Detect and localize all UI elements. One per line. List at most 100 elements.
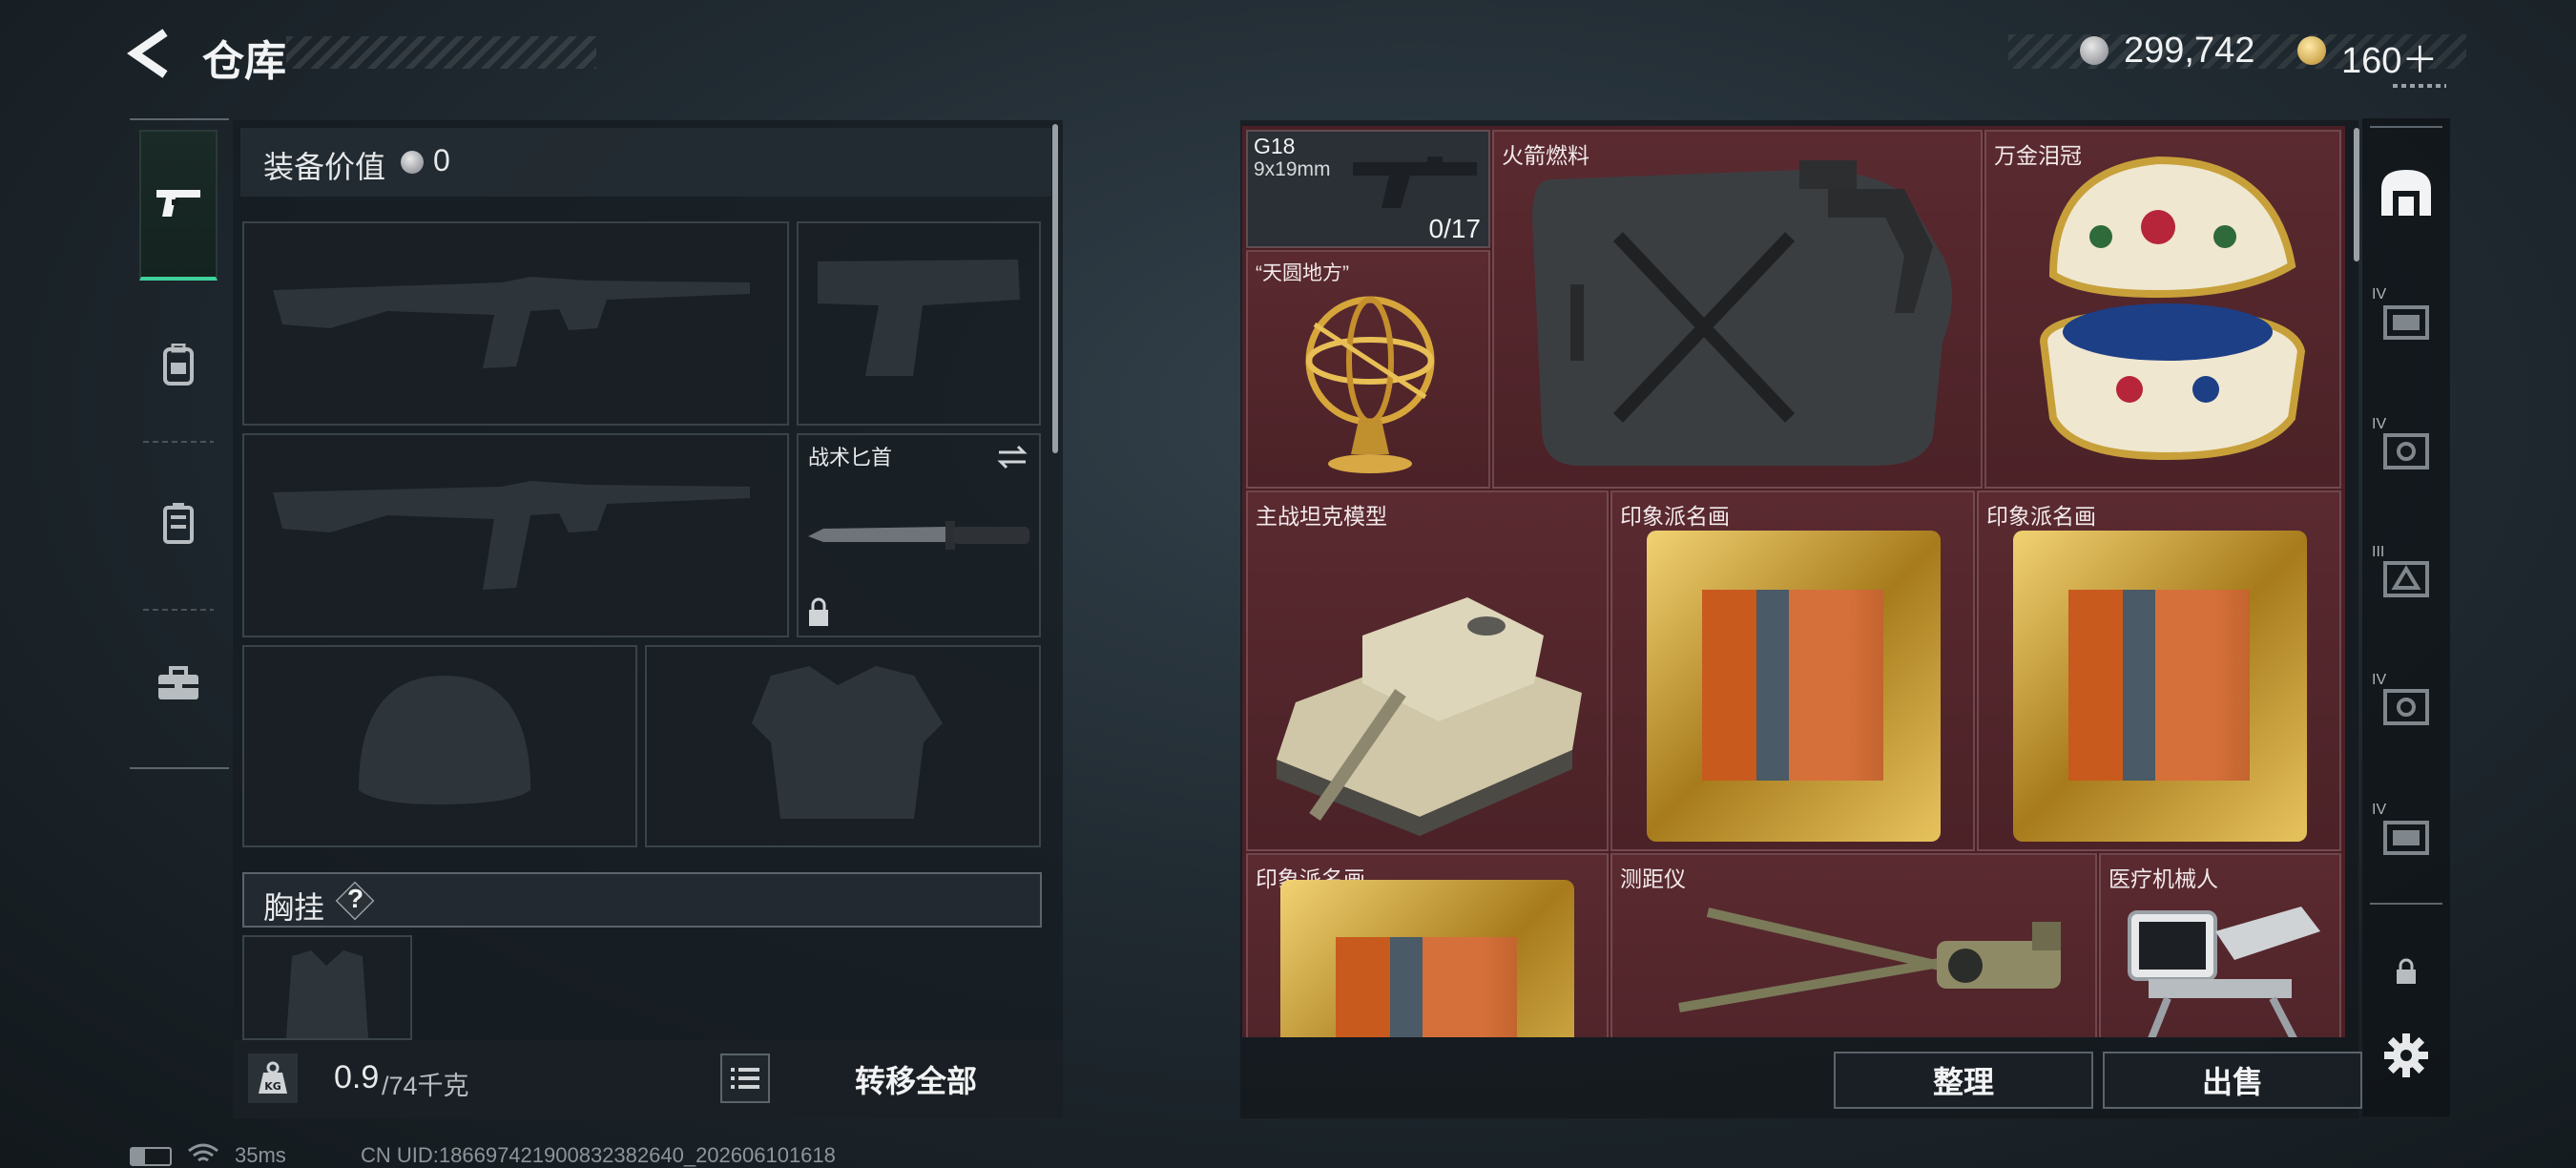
tab-weapons-icon-wrap (141, 166, 216, 240)
tab-crate[interactable]: III (2372, 544, 2441, 613)
item-tank-model[interactable]: 主战坦克模型 (1246, 490, 1609, 851)
tab-locked[interactable] (2372, 937, 2441, 1006)
painting-frame-image (2013, 531, 2307, 842)
tab-toolbox[interactable] (141, 647, 216, 721)
storage-box-icon (2383, 821, 2429, 855)
item-name: G18 (1254, 134, 1296, 158)
item-name: “天圆地方” (1256, 262, 1349, 284)
settings-button[interactable] (2372, 1021, 2441, 1090)
item-painting[interactable]: 印象派名画 (1610, 490, 1975, 851)
tab-locker[interactable] (141, 487, 216, 561)
item-rocket-fuel[interactable]: 火箭燃料 (1492, 130, 1983, 489)
tier-label: III (2372, 544, 2385, 560)
painting-frame-image (1647, 531, 1941, 842)
helmet-slot[interactable] (242, 645, 637, 847)
tank-image (1277, 597, 1582, 836)
pistol-silhouette-icon (818, 260, 1020, 376)
faberge-egg-image (2039, 156, 2306, 461)
gear-icon (2384, 1033, 2428, 1077)
pistol-slot[interactable] (797, 221, 1041, 426)
sort-button[interactable]: 整理 (1834, 1052, 2093, 1109)
locker-icon (163, 503, 194, 544)
tab-storage-1[interactable]: IV (2372, 286, 2441, 355)
help-icon[interactable]: ? (347, 884, 364, 914)
painting-canvas (1702, 590, 1883, 781)
lock-icon (2397, 958, 2416, 984)
chest-rig-slot[interactable] (242, 935, 412, 1040)
chest-rig-silhouette-icon (286, 950, 368, 1038)
medical-robot-image (2128, 907, 2320, 1037)
item-g18[interactable]: G18 9x19mm 0/17 (1246, 130, 1490, 248)
currency-premium[interactable]: 160＋ (2341, 31, 2438, 83)
coin-icon (2080, 36, 2109, 65)
armor-slot[interactable] (645, 645, 1041, 847)
rifle-silhouette-icon (273, 277, 750, 368)
tab-safe-2[interactable]: IV (2372, 672, 2441, 740)
primary-weapon-slot[interactable] (242, 221, 789, 426)
item-name: 测距仪 (1620, 866, 1686, 891)
armor-silhouette-icon (752, 666, 943, 819)
tab-storage-2[interactable]: IV (2372, 802, 2441, 870)
tab-backpack[interactable] (141, 328, 216, 403)
painting-canvas (2068, 590, 2250, 781)
sell-button[interactable]: 出售 (2103, 1052, 2362, 1109)
helmet-silhouette-icon (359, 676, 530, 804)
list-view-button[interactable] (720, 1053, 770, 1103)
item-armillary[interactable]: “天圆地方” (1246, 250, 1490, 489)
backpack-icon (163, 344, 194, 386)
tier-label: IV (2372, 286, 2387, 302)
currency-main: 299,742 (2124, 31, 2255, 71)
item-medical-robot[interactable]: 医疗机械人 (2099, 853, 2341, 1037)
back-button[interactable] (127, 27, 175, 80)
armillary-sphere-image (1305, 296, 1435, 473)
tier-label: IV (2372, 802, 2387, 818)
melee-slot[interactable]: 战术匕首 (797, 433, 1041, 637)
triangle-box-icon (2383, 561, 2429, 597)
premium-coin-icon (2297, 36, 2326, 65)
item-name: 医疗机械人 (2109, 866, 2218, 891)
wifi-icon (188, 1143, 218, 1162)
weight-current: 0.9 (334, 1059, 380, 1095)
tabs-bottom-divider (130, 767, 229, 769)
coin-icon (401, 151, 424, 174)
storage-box-icon (2383, 305, 2429, 340)
currency-divider (2393, 84, 2446, 88)
warehouse-grid: G18 9x19mm 0/17 “天圆地方” 火箭燃料 万金泪冠 主战坦克模型 … (1242, 126, 2345, 1037)
page-title: 仓库 (202, 38, 286, 85)
weight-icon: KG (259, 1061, 287, 1094)
safe-icon (2383, 433, 2429, 469)
item-jeweled-egg[interactable]: 万金泪冠 (1984, 130, 2341, 489)
painting-frame-image (1280, 880, 1574, 1037)
toolbox-icon (158, 666, 198, 699)
rtabs-top-divider (2370, 126, 2442, 128)
weight-max: /74千克 (382, 1072, 469, 1100)
chest-rig-label: 胸挂 (263, 890, 325, 925)
tab-safe-1[interactable]: IV (2372, 416, 2441, 485)
swap-icon[interactable] (995, 443, 1029, 471)
transfer-all-button[interactable]: 转移全部 (801, 1046, 1030, 1113)
pistol-image (1353, 156, 1477, 208)
chest-rig-header: 胸挂 ? (242, 872, 1042, 928)
uid-text: CN UID:1866974219008323826​40_2026061016… (361, 1143, 836, 1167)
knife-image (808, 521, 1029, 550)
melee-label: 战术匕首 (808, 446, 893, 469)
pistol-icon (156, 190, 200, 217)
back-arrow-icon (127, 29, 168, 78)
equipment-scrollbar[interactable] (1052, 124, 1058, 453)
tier-label: IV (2372, 416, 2387, 432)
tier-label: IV (2372, 672, 2387, 688)
item-painting[interactable]: 印象派名画 (1246, 853, 1609, 1037)
warehouse-scrollbar[interactable] (2354, 128, 2359, 261)
equipment-value-label: 装备价值 (263, 150, 386, 184)
tab-main-warehouse[interactable] (2372, 158, 2441, 227)
safe-icon (2383, 689, 2429, 725)
rtabs-bottom-divider (2370, 903, 2442, 905)
item-name: 主战坦克模型 (1256, 504, 1387, 529)
rangefinder-image (1678, 907, 2061, 1012)
item-name: 印象派名画 (1620, 504, 1730, 529)
jerrycan-image (1532, 160, 1952, 466)
item-name: 印象派名画 (1986, 504, 2096, 529)
secondary-weapon-slot[interactable] (242, 433, 789, 637)
item-rangefinder[interactable]: 测距仪 (1610, 853, 2097, 1037)
item-painting[interactable]: 印象派名画 (1977, 490, 2341, 851)
